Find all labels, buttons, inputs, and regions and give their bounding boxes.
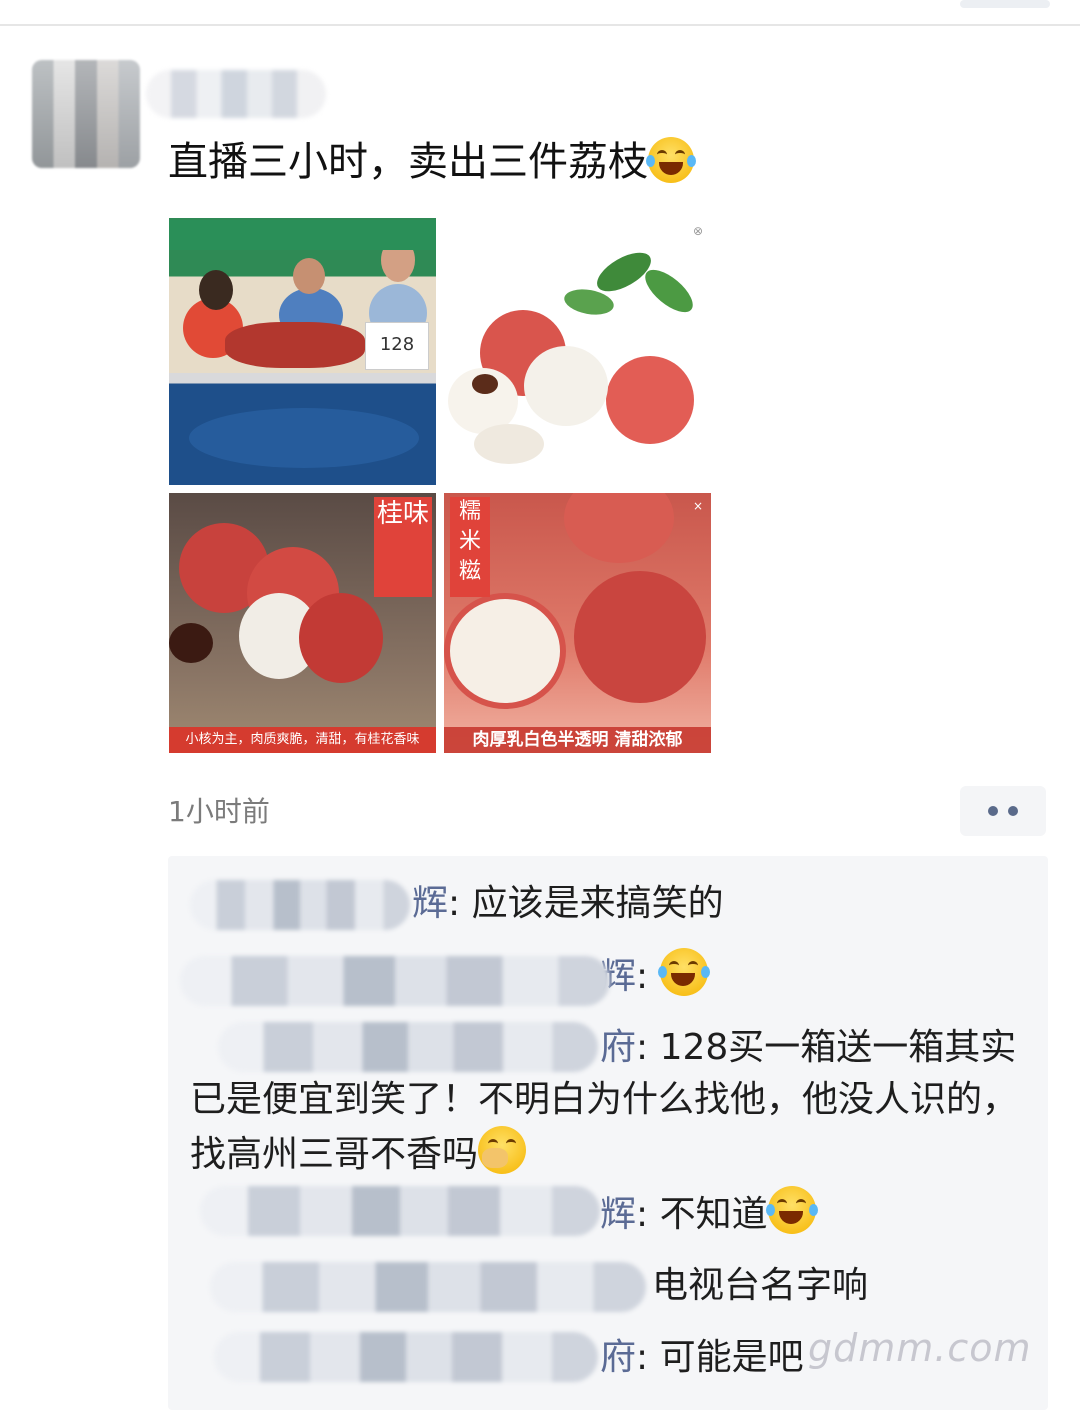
close-icon[interactable]: ⊗ <box>691 224 705 238</box>
comment-text: 不知道 <box>659 1194 768 1235</box>
tv-header-strip <box>169 220 436 250</box>
photo-banner: 肉厚乳白色半透明 清甜浓郁 <box>444 727 711 753</box>
commenter-name-tail[interactable]: 府 <box>600 1027 636 1068</box>
blurred-username[interactable] <box>146 70 326 118</box>
comment-item[interactable]: 辉: 不知道 <box>190 1186 818 1241</box>
variety-label: 糯米糍 <box>450 497 490 597</box>
dot-icon <box>988 806 998 816</box>
presenter-middle-head <box>293 258 325 294</box>
dot-icon <box>1008 806 1018 816</box>
close-icon[interactable]: × <box>691 499 705 513</box>
watermark: gdmm.com <box>808 1326 1032 1370</box>
blurred-commenter-name <box>190 880 410 930</box>
laughing-tears-emoji-icon <box>657 948 710 996</box>
blurred-commenter-name <box>214 1332 598 1382</box>
post-text-content: 直播三小时，卖出三件荔枝 <box>168 139 648 185</box>
more-actions-button[interactable] <box>960 786 1046 836</box>
laughing-tears-emoji-icon <box>765 1186 818 1234</box>
world-map <box>189 408 419 468</box>
lychee <box>606 356 694 444</box>
post-timestamp: 1小时前 <box>168 795 270 828</box>
lychee-pile <box>225 322 365 368</box>
price-sign: 128 <box>365 322 429 370</box>
peeled-lychee <box>524 346 608 426</box>
photo-guiwei[interactable]: × 桂味 小核为主，肉质爽脆，清甜，有桂花香味 <box>169 493 436 753</box>
presenter-left-head <box>199 270 233 310</box>
comment-text: 电视台名字响 <box>652 1265 869 1306</box>
lychee-shell <box>474 424 544 464</box>
comment-item[interactable]: 辉: <box>180 948 710 1006</box>
comment-item[interactable]: 辉: 应该是来搞笑的 <box>190 878 724 930</box>
post-text: 直播三小时，卖出三件荔枝 <box>168 134 696 190</box>
photo-nuomici[interactable]: × 糯米糍 肉厚乳白色半透明 清甜浓郁 <box>444 493 711 753</box>
photo-lychee-white[interactable]: ⊗ <box>444 218 711 485</box>
lychee-seed <box>169 623 213 663</box>
lychee <box>564 493 674 563</box>
comment-text: 可能是吧 <box>659 1337 804 1378</box>
avatar[interactable] <box>32 60 140 168</box>
leaf <box>638 262 700 320</box>
blurred-commenter-name <box>200 1186 600 1236</box>
lychee <box>574 571 706 703</box>
top-divider <box>0 24 1080 26</box>
comment-item[interactable]: 府: 可能是吧 <box>190 1332 804 1384</box>
lychee-seed <box>472 374 498 394</box>
comment-item[interactable]: 府: 128买一箱送一箱其实已是便宜到笑了！不明白为什么找他，他没人识的，找高州… <box>190 1022 1038 1181</box>
commenter-name-tail[interactable]: 辉 <box>600 1194 636 1235</box>
commenter-name-tail[interactable]: 府 <box>600 1337 636 1378</box>
photo-banner: 小核为主，肉质爽脆，清甜，有桂花香味 <box>169 727 436 753</box>
blurred-commenter-name <box>210 1262 646 1312</box>
comment-text: 应该是来搞笑的 <box>471 883 724 924</box>
variety-label: 桂味 <box>374 497 432 597</box>
blurred-commenter-name <box>180 956 610 1006</box>
peeled-lychee <box>444 593 566 709</box>
commenter-name-tail[interactable]: 辉 <box>412 883 448 924</box>
lychee <box>299 593 383 683</box>
photo-livestream[interactable]: 128 <box>169 218 436 485</box>
face-palm-emoji-icon <box>478 1126 527 1174</box>
comment-item[interactable]: 电视台名字响 <box>190 1260 868 1312</box>
laughing-tears-emoji-icon <box>646 137 696 183</box>
blurred-header-element <box>960 0 1050 8</box>
blurred-commenter-name <box>218 1022 598 1072</box>
